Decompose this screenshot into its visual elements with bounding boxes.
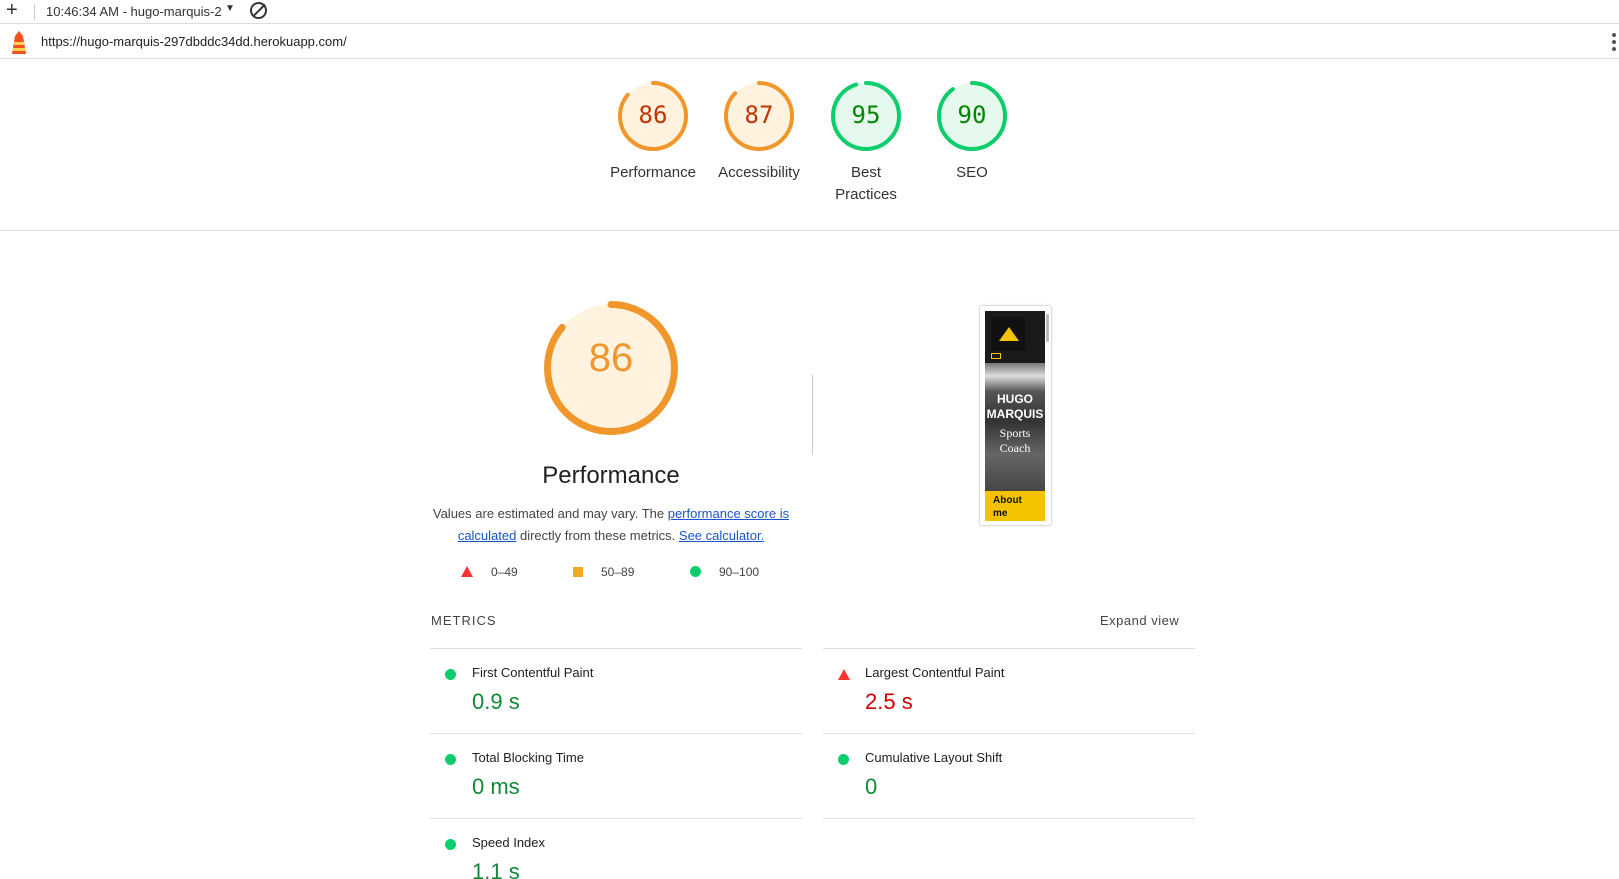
metric-name: Cumulative Layout Shift xyxy=(865,750,1003,765)
metric-value: 1.1 s xyxy=(472,859,520,879)
pass-circle-icon xyxy=(445,669,456,680)
metric-cls: Cumulative Layout Shift 0 xyxy=(823,733,1195,819)
fail-triangle-icon xyxy=(838,669,850,680)
pass-circle-icon xyxy=(445,754,456,765)
screenshot-image: HUGO MARQUIS Sports Coach About me xyxy=(985,311,1045,521)
score-summary: 86 Performance 87 Accessibility 95 Best … xyxy=(0,59,1619,231)
gauge-label: Performance xyxy=(610,164,696,181)
block-icon[interactable] xyxy=(250,2,267,19)
plus-icon[interactable]: + xyxy=(6,0,18,22)
metrics-heading: METRICS xyxy=(431,613,497,628)
gauge-score: 90 xyxy=(957,101,987,129)
metric-speed-index: Speed Index 1.1 s xyxy=(430,818,802,879)
circle-icon xyxy=(690,566,701,577)
metric-name: Largest Contentful Paint xyxy=(865,665,1005,680)
gauge-seo[interactable]: 90 SEO xyxy=(922,80,1022,184)
gauge-score: 86 xyxy=(638,101,668,129)
performance-title: Performance xyxy=(542,462,680,489)
metric-fcp: First Contentful Paint 0.9 s xyxy=(430,648,802,734)
gauge-score: 87 xyxy=(744,101,774,129)
report-url-bar: https://hugo-marquis-297dbddc34dd.heroku… xyxy=(0,25,1619,59)
performance-gauge-large: 86 xyxy=(543,300,679,436)
see-calculator-link[interactable]: See calculator. xyxy=(679,528,764,543)
desc-text: directly from these metrics. xyxy=(516,528,679,543)
metric-tbt: Total Blocking Time 0 ms xyxy=(430,733,802,819)
section-divider xyxy=(812,375,813,455)
page-url: https://hugo-marquis-297dbddc34dd.heroku… xyxy=(41,34,347,49)
caret-down-icon[interactable]: ▼ xyxy=(225,3,235,14)
metric-name: Speed Index xyxy=(472,835,546,850)
metric-value: 0.9 s xyxy=(472,689,520,714)
gauge-performance[interactable]: 86 Performance xyxy=(603,80,703,184)
scrollbar xyxy=(1046,314,1049,342)
gauge-label: Best Practices xyxy=(835,164,897,203)
gauge-label: SEO xyxy=(956,164,988,181)
final-screenshot[interactable]: HUGO MARQUIS Sports Coach About me xyxy=(979,305,1052,526)
metric-divider xyxy=(823,818,1195,819)
performance-description: Values are estimated and may vary. The p… xyxy=(430,503,792,547)
metric-name: First Contentful Paint xyxy=(472,665,594,680)
metric-value: 0 ms xyxy=(472,774,520,799)
pass-circle-icon xyxy=(445,839,456,850)
hamburger-icon xyxy=(991,353,1001,359)
metric-name: Total Blocking Time xyxy=(472,750,584,765)
kebab-menu-icon[interactable] xyxy=(1612,33,1616,54)
site-logo-icon xyxy=(991,317,1025,351)
gauge-label: Accessibility xyxy=(718,164,800,181)
gauge-score: 95 xyxy=(851,101,881,129)
metric-value: 0 xyxy=(865,774,878,799)
legend-average: 50–89 xyxy=(573,565,634,579)
lighthouse-icon xyxy=(12,31,26,54)
devtools-toolbar: + 10:46:34 AM - hugo-marquis-2 ▼ xyxy=(0,0,1619,24)
toolbar-divider xyxy=(34,4,35,20)
square-icon xyxy=(573,567,583,577)
triangle-icon xyxy=(461,566,473,577)
legend-pass: 90–100 xyxy=(690,565,759,579)
hero-heading: HUGO MARQUIS xyxy=(986,392,1044,421)
gauge-best-practices[interactable]: 95 Best Practices xyxy=(816,80,916,206)
performance-score: 86 xyxy=(588,336,634,380)
about-me-button: About me xyxy=(985,491,1045,521)
desc-text: Values are estimated and may vary. The xyxy=(432,506,668,521)
metric-value: 2.5 s xyxy=(865,689,913,714)
report-selector-title[interactable]: 10:46:34 AM - hugo-marquis-2 xyxy=(46,4,226,19)
hero-subheading: Sports Coach xyxy=(999,426,1031,455)
expand-view-button[interactable]: Expand view xyxy=(1100,613,1179,628)
legend-fail: 0–49 xyxy=(461,565,518,579)
gauge-accessibility[interactable]: 87 Accessibility xyxy=(709,80,809,184)
pass-circle-icon xyxy=(838,754,849,765)
metric-lcp: Largest Contentful Paint 2.5 s xyxy=(823,648,1195,734)
